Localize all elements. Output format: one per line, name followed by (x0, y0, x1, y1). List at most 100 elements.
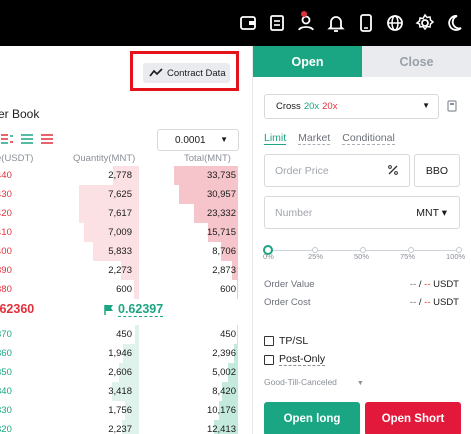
ask-row[interactable]: 410 7,009 15,715 (0, 223, 252, 242)
mobile-icon[interactable] (356, 13, 376, 33)
row-total: 15,715 (206, 227, 236, 238)
view-bids-icon[interactable] (20, 132, 34, 144)
top-navbar (0, 0, 471, 46)
last-price: .62360 (0, 302, 35, 316)
bbo-button[interactable]: BBO (414, 154, 460, 187)
tab-limit[interactable]: Limit (264, 132, 287, 145)
bid-row[interactable]: 360 1,946 2,396 (0, 344, 252, 363)
orderbook-view-toggles (0, 132, 54, 144)
ask-row[interactable]: 380 600 600 (0, 280, 252, 299)
open-long-button[interactable]: Open long (264, 402, 360, 434)
order-cost-label: Order Cost (264, 297, 311, 308)
time-in-force-select[interactable]: Good-Till-Canceled ▼ (264, 377, 364, 387)
row-total: 30,957 (206, 189, 236, 200)
slider-label: 50% (354, 252, 370, 261)
tpsl-checkbox[interactable] (264, 336, 274, 346)
row-total: 2,396 (212, 348, 236, 359)
mark-price-value: 0.62397 (118, 302, 164, 317)
quantity-input[interactable]: Number MNT ▾ (264, 196, 460, 229)
bid-row[interactable]: 330 1,756 10,176 (0, 401, 252, 420)
slider-label: 75% (400, 252, 416, 261)
ask-row[interactable]: 400 5,833 8,706 (0, 242, 252, 261)
row-quantity: 7,009 (108, 227, 132, 238)
order-price-placeholder: Order Price (275, 164, 329, 177)
row-quantity: 450 (116, 329, 132, 340)
orderbook-title: er Book (0, 107, 40, 121)
row-quantity: 1,946 (108, 348, 132, 359)
row-price: 350 (0, 367, 12, 378)
precision-value: 0.0001 (175, 134, 206, 146)
orders-icon[interactable] (267, 13, 287, 33)
globe-icon[interactable] (385, 13, 405, 33)
calculator-icon[interactable] (447, 100, 457, 112)
row-price: 340 (0, 386, 12, 397)
orderbook-panel: Contract Data er Book 0.0001 ▼ e(USDT) Q… (0, 46, 252, 434)
row-price: 360 (0, 348, 12, 359)
row-total: 10,176 (206, 405, 236, 416)
row-quantity: 2,606 (108, 367, 132, 378)
notification-dot (301, 11, 307, 17)
row-quantity: 2,273 (108, 265, 132, 276)
post-only-checkbox-row[interactable]: Post-Only (264, 353, 326, 366)
tab-open[interactable]: Open (253, 46, 362, 77)
row-price: 330 (0, 405, 12, 416)
view-both-icon[interactable] (0, 132, 14, 144)
post-only-checkbox[interactable] (264, 354, 274, 365)
row-price: 420 (0, 208, 12, 219)
row-total: 5,002 (212, 367, 236, 378)
tab-market[interactable]: Market (298, 132, 331, 145)
bid-row[interactable]: 350 2,606 5,002 (0, 363, 252, 382)
mark-price[interactable]: 0.62397 (104, 302, 164, 317)
percent-icon[interactable] (387, 164, 399, 176)
row-total: 600 (220, 284, 236, 295)
wallet-icon[interactable] (238, 13, 258, 33)
highlight-box: Contract Data (130, 51, 239, 91)
tab-close[interactable]: Close (362, 46, 471, 77)
order-value: -- / -- USDT (409, 279, 459, 290)
tpsl-checkbox-row[interactable]: TP/SL (264, 335, 308, 347)
ask-row[interactable]: 390 2,273 2,873 (0, 261, 252, 280)
depth-bar-quantity (135, 325, 139, 344)
unit-select[interactable]: MNT ▾ (416, 207, 447, 219)
margin-mode-select[interactable]: Cross 20x 20x ▼ (264, 94, 439, 119)
margin-mode-label: Cross (276, 101, 301, 112)
precision-select[interactable]: 0.0001 ▼ (157, 129, 239, 151)
view-asks-icon[interactable] (40, 132, 54, 144)
col-header-total: Total(MNT) (184, 153, 231, 164)
caret-down-icon: ▼ (220, 135, 228, 144)
col-header-quantity: Quantity(MNT) (73, 153, 136, 164)
chart-line-icon (149, 68, 163, 77)
depth-bar-quantity (134, 280, 139, 299)
ask-row[interactable]: 420 7,617 23,332 (0, 204, 252, 223)
contract-data-label: Contract Data (167, 67, 226, 79)
row-price: 410 (0, 227, 12, 238)
ask-row[interactable]: 440 2,778 33,735 (0, 166, 252, 185)
trade-panel: Open Close Cross 20x 20x ▼ Limit Market … (253, 46, 471, 434)
row-total: 12,413 (206, 424, 236, 434)
row-price: 440 (0, 170, 12, 181)
bid-row[interactable]: 370 450 450 (0, 325, 252, 344)
bid-row[interactable]: 320 2,237 12,413 (0, 420, 252, 434)
row-price: 370 (0, 329, 12, 340)
row-price: 430 (0, 189, 12, 200)
tab-conditional[interactable]: Conditional (342, 132, 395, 145)
row-price: 400 (0, 246, 12, 257)
settings-icon[interactable] (415, 13, 435, 33)
col-header-price: e(USDT) (0, 153, 34, 164)
order-value-label: Order Value (264, 279, 315, 290)
row-quantity: 3,418 (108, 386, 132, 397)
theme-icon[interactable] (444, 13, 464, 33)
row-total: 8,420 (212, 386, 236, 397)
open-short-button[interactable]: Open Short (365, 402, 461, 434)
row-price: 390 (0, 265, 12, 276)
bell-icon[interactable] (326, 13, 346, 33)
slider-label: 25% (308, 252, 324, 261)
tpsl-label: TP/SL (279, 335, 309, 347)
row-price: 320 (0, 424, 12, 434)
row-total: 450 (220, 329, 236, 340)
order-price-input[interactable]: Order Price (264, 154, 410, 187)
bid-row[interactable]: 340 3,418 8,420 (0, 382, 252, 401)
quantity-placeholder: Number (275, 206, 313, 219)
ask-row[interactable]: 430 7,625 30,957 (0, 185, 252, 204)
contract-data-button[interactable]: Contract Data (143, 63, 230, 83)
